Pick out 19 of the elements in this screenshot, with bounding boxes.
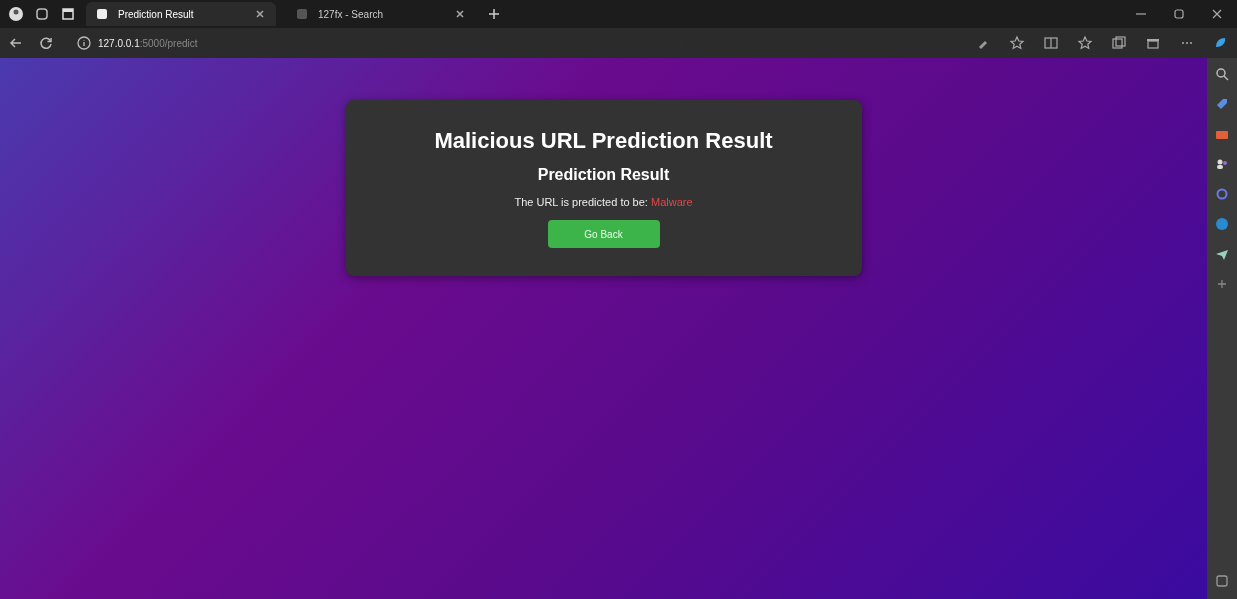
browser-tab[interactable]: 127fx - Search: [286, 2, 476, 26]
split-screen-icon[interactable]: [1043, 35, 1059, 51]
collections-icon[interactable]: [1111, 35, 1127, 51]
tab-actions-icon[interactable]: [60, 6, 76, 22]
new-tab-icon[interactable]: [486, 6, 502, 22]
search-icon[interactable]: [1214, 66, 1230, 82]
page-icon: [94, 6, 110, 22]
page-icon: [294, 6, 310, 22]
restore-icon[interactable]: [1171, 6, 1187, 22]
profile-icon[interactable]: [8, 6, 24, 22]
browser-tab[interactable]: Prediction Result: [86, 2, 276, 26]
info-icon: [76, 35, 92, 51]
workspaces-icon[interactable]: [34, 6, 50, 22]
result-message: The URL is predicted to be: Malware: [514, 196, 693, 208]
favorite-icon[interactable]: [1009, 35, 1025, 51]
favorites-icon[interactable]: [1077, 35, 1093, 51]
card-title: Malicious URL Prediction Result: [434, 128, 773, 154]
card-subtitle: Prediction Result: [537, 166, 670, 184]
refresh-icon[interactable]: [38, 35, 54, 51]
